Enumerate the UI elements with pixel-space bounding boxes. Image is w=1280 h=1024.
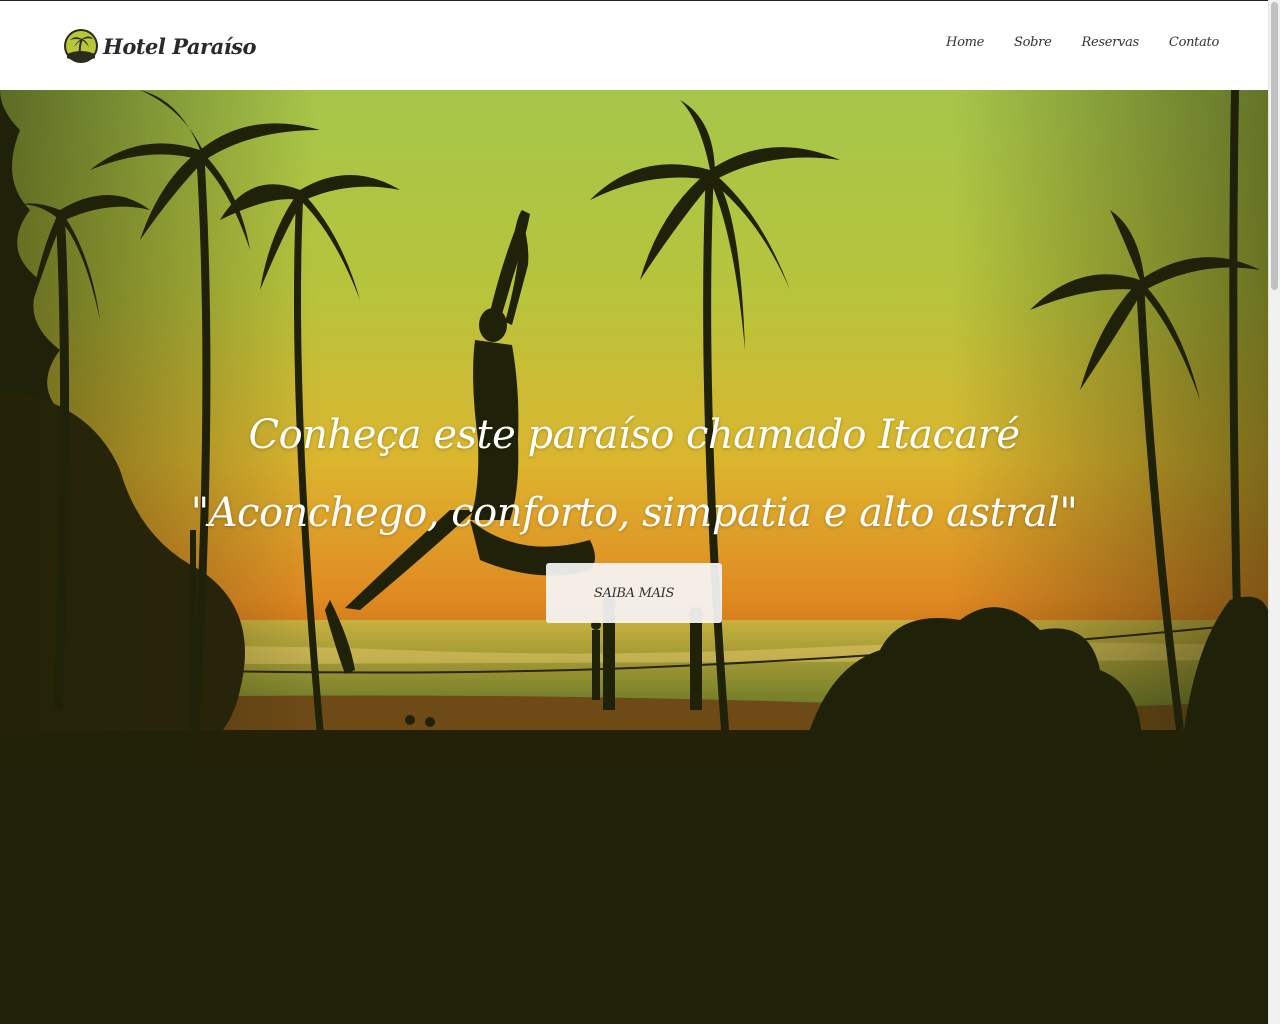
scrollbar-thumb[interactable] <box>1271 2 1278 290</box>
hero-quote: "Aconchego, conforto, simpatia e alto as… <box>190 490 1078 536</box>
saiba-mais-button[interactable]: SAIBA MAIS <box>546 563 722 623</box>
vertical-scrollbar[interactable] <box>1268 0 1280 1024</box>
hero-section: Conheça este paraíso chamado Itacaré "Ac… <box>0 90 1268 766</box>
nav-item-home[interactable]: Home <box>946 35 984 50</box>
brand-name: Hotel Paraíso <box>103 33 257 59</box>
hero-title: Conheça este paraíso chamado Itacaré <box>248 412 1020 458</box>
page: Hotel Paraíso Home Sobre Reservas Contat… <box>0 0 1280 1024</box>
logo-link[interactable]: Hotel Paraíso <box>63 27 257 65</box>
site-header: Hotel Paraíso Home Sobre Reservas Contat… <box>0 0 1268 90</box>
main-nav: Home Sobre Reservas Contato <box>916 35 1219 50</box>
palm-tree-icon <box>64 29 98 63</box>
nav-item-contato[interactable]: Contato <box>1169 35 1219 50</box>
nav-item-reservas[interactable]: Reservas <box>1081 35 1139 50</box>
dark-section <box>0 766 1268 1024</box>
nav-item-sobre[interactable]: Sobre <box>1014 35 1052 50</box>
